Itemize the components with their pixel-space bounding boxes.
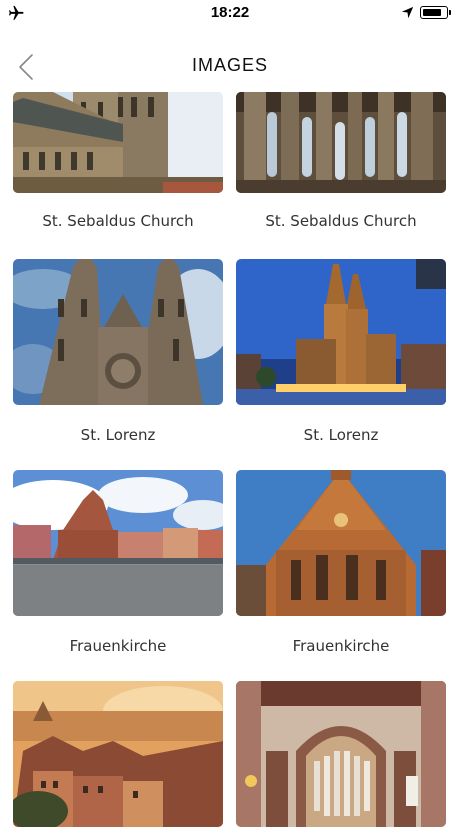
- gallery-item-caption: Frauenkirche: [69, 637, 167, 655]
- gallery-item-caption: St. Lorenz: [80, 426, 156, 444]
- gallery-item[interactable]: Frauenkirche: [13, 470, 223, 660]
- gallery-image: [236, 259, 446, 405]
- gallery-item-caption: St. Lorenz: [303, 426, 379, 444]
- gallery-image: [236, 470, 446, 616]
- gallery-item[interactable]: St. Lorenz: [13, 259, 223, 449]
- gallery-item[interactable]: [236, 681, 446, 827]
- gallery-image: [13, 681, 223, 827]
- gallery-item-caption: Frauenkirche: [292, 637, 390, 655]
- gallery-image: [13, 92, 223, 193]
- gallery-item[interactable]: St. Sebaldus Church: [13, 92, 223, 242]
- gallery-image: [236, 681, 446, 827]
- gallery-item[interactable]: [13, 681, 223, 827]
- gallery-item[interactable]: Frauenkirche: [236, 470, 446, 660]
- image-gallery: St. Sebaldus Church St. Sebaldus Church: [0, 0, 460, 827]
- gallery-item[interactable]: St. Lorenz: [236, 259, 446, 449]
- gallery-item-caption: St. Sebaldus Church: [265, 212, 417, 230]
- gallery-image: [236, 92, 446, 193]
- gallery-image: [13, 470, 223, 616]
- gallery-image: [13, 259, 223, 405]
- gallery-item-caption: St. Sebaldus Church: [42, 212, 194, 230]
- gallery-item[interactable]: St. Sebaldus Church: [236, 92, 446, 242]
